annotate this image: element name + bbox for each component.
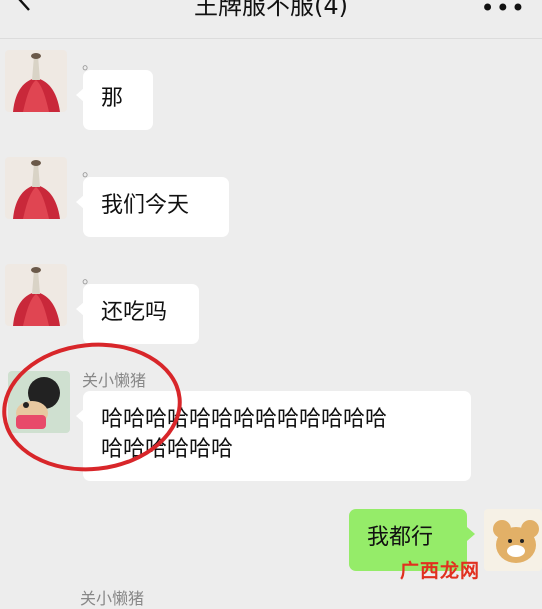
sender-name: 关小懒猪 <box>82 371 147 390</box>
message-text: 我们今天 <box>101 193 190 218</box>
message-text: 那 <box>101 86 124 111</box>
watermark-logo: 广西龙网 <box>400 560 481 582</box>
avatar[interactable] <box>5 50 67 112</box>
message-bubble[interactable]: 那 <box>76 70 153 130</box>
message-text: 还吃吗 <box>101 300 168 325</box>
message-bubble[interactable]: 还吃吗 <box>76 284 199 344</box>
message-text-line: 哈哈哈哈哈哈 <box>101 437 234 462</box>
avatar[interactable] <box>5 264 67 326</box>
avatar[interactable] <box>8 371 70 433</box>
message-text: 我都行 <box>367 525 434 550</box>
my-avatar[interactable] <box>484 509 542 571</box>
message-bubble[interactable]: 哈哈哈哈哈哈哈哈哈哈哈哈哈 哈哈哈哈哈哈 <box>76 391 471 481</box>
avatar[interactable] <box>5 157 67 219</box>
more-options-icon[interactable]: ••• <box>481 0 526 22</box>
message-text-line: 哈哈哈哈哈哈哈哈哈哈哈哈哈 <box>101 407 388 432</box>
sender-name: 关小懒猪 <box>80 589 145 608</box>
message-bubble[interactable]: 我们今天 <box>76 177 229 237</box>
chat-title: 王牌服不服(4) <box>194 0 348 20</box>
chat-header: 王牌服不服(4) ••• <box>0 0 542 39</box>
